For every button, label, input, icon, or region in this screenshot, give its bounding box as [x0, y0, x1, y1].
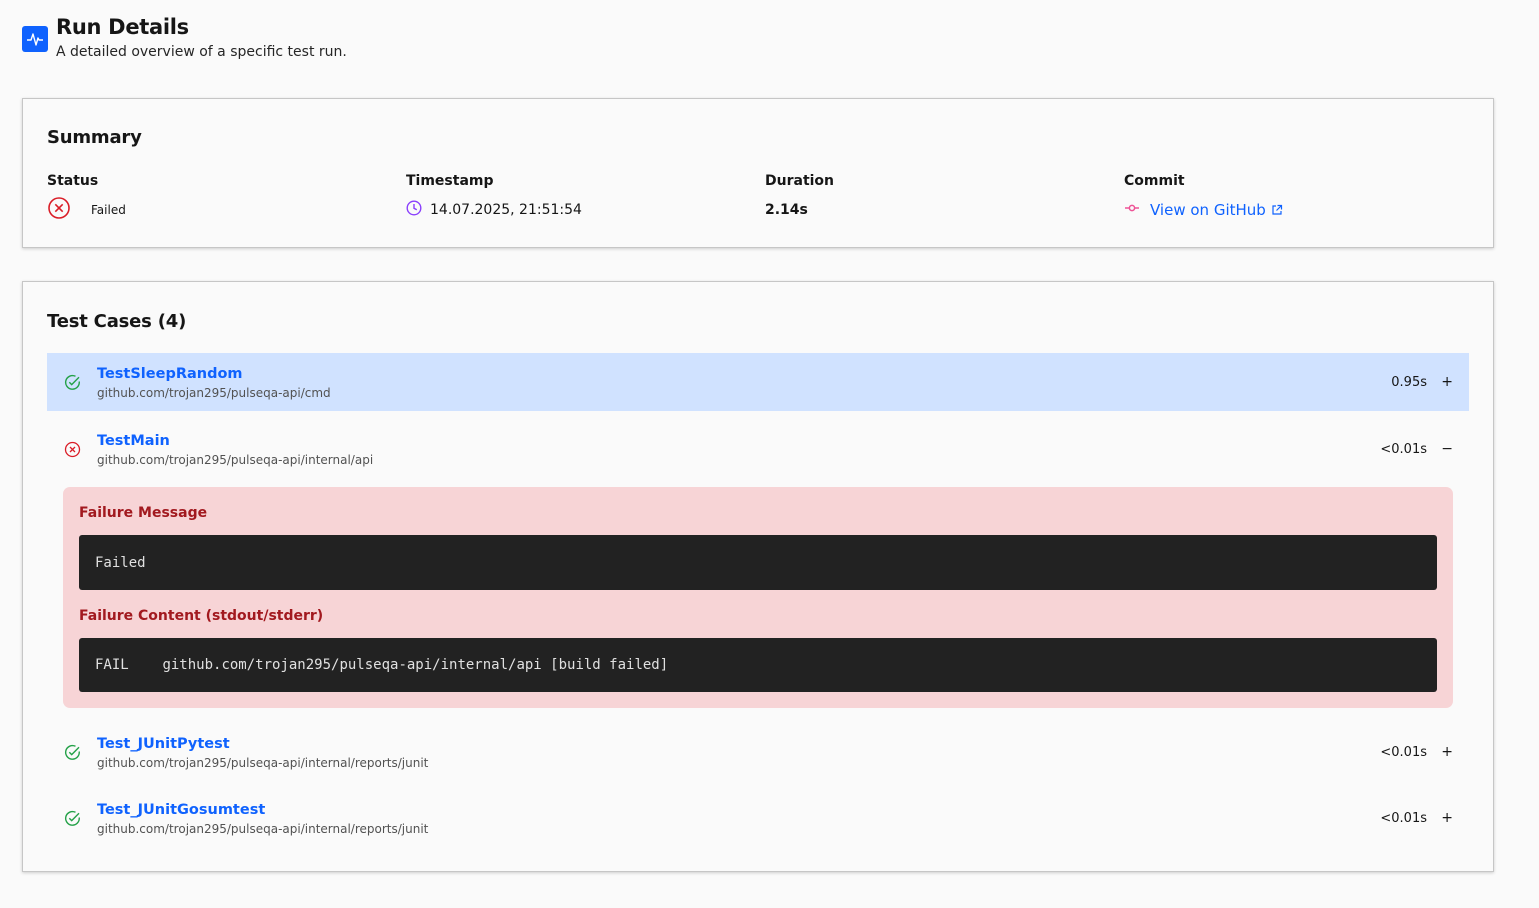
github-link-text: View on GitHub [1150, 201, 1266, 219]
page-header: Run Details A detailed overview of a spe… [22, 14, 347, 60]
duration-value: 2.14s [765, 202, 808, 218]
test-duration: <0.01s [1380, 810, 1427, 826]
check-circle-icon [63, 373, 81, 391]
summary-commit: Commit View on GitHub [1124, 173, 1483, 221]
test-name: TestSleepRandom [97, 365, 243, 382]
activity-icon [22, 26, 48, 52]
check-circle-icon [63, 809, 81, 827]
external-link-icon [1272, 204, 1282, 215]
test-package: github.com/trojan295/pulseqa-api/interna… [97, 821, 429, 836]
summary-title: Summary [47, 127, 142, 148]
error-circle-icon [63, 440, 81, 458]
summary-duration: Duration 2.14s [765, 173, 1124, 221]
timestamp-value: 14.07.2025, 21:51:54 [430, 202, 582, 218]
table-row[interactable]: TestSleepRandom github.com/trojan295/pul… [47, 353, 1469, 411]
view-on-github-link[interactable]: View on GitHub [1150, 201, 1283, 219]
failure-panel: Failure Message Failed Failure Content (… [63, 487, 1453, 708]
status-value: Failed [91, 203, 126, 217]
check-circle-icon [63, 743, 81, 761]
test-duration: 0.95s [1391, 374, 1427, 390]
error-circle-icon [47, 196, 71, 224]
test-cases-tile: Test Cases (4) TestSleepRandom github.co… [22, 281, 1494, 872]
failure-content-label: Failure Content (stdout/stderr) [79, 608, 324, 624]
expand-toggle[interactable]: + [1433, 374, 1453, 390]
failure-content-code: FAIL github.com/trojan295/pulseqa-api/in… [79, 638, 1437, 692]
timestamp-label: Timestamp [406, 173, 494, 189]
commit-label: Commit [1124, 173, 1185, 189]
test-package: github.com/trojan295/pulseqa-api/interna… [97, 755, 429, 770]
test-name: TestMain [97, 432, 170, 449]
duration-label: Duration [765, 173, 835, 189]
expand-toggle[interactable]: + [1433, 744, 1453, 760]
expand-toggle[interactable]: + [1433, 810, 1453, 826]
test-cases-title: Test Cases (4) [47, 311, 187, 332]
summary-status: Status Failed [47, 173, 406, 221]
clock-icon [406, 200, 422, 220]
page-title: Run Details [56, 15, 189, 39]
test-duration: <0.01s [1380, 441, 1427, 457]
table-row[interactable]: Test_JUnitPytest github.com/trojan295/pu… [47, 723, 1469, 781]
test-name: Test_JUnitGosumtest [97, 801, 266, 818]
collapse-toggle[interactable]: − [1433, 441, 1453, 457]
commit-icon [1124, 200, 1140, 220]
test-package: github.com/trojan295/pulseqa-api/cmd [97, 385, 331, 400]
run-details-page: Run Details A detailed overview of a spe… [0, 0, 1539, 908]
page-subtitle: A detailed overview of a specific test r… [56, 44, 347, 60]
test-name: Test_JUnitPytest [97, 735, 230, 752]
failure-message-code: Failed [79, 535, 1437, 590]
status-label: Status [47, 173, 99, 189]
test-duration: <0.01s [1380, 744, 1427, 760]
summary-tile: Summary Status Failed Timestamp 14.07.20… [22, 98, 1494, 248]
summary-timestamp: Timestamp 14.07.2025, 21:51:54 [406, 173, 765, 221]
summary-grid: Status Failed Timestamp 14.07.2025, 21:5… [47, 173, 1483, 221]
table-row[interactable]: TestMain github.com/trojan295/pulseqa-ap… [47, 420, 1469, 478]
table-row[interactable]: Test_JUnitGosumtest github.com/trojan295… [47, 789, 1469, 847]
test-package: github.com/trojan295/pulseqa-api/interna… [97, 452, 374, 467]
failure-message-label: Failure Message [79, 505, 208, 521]
